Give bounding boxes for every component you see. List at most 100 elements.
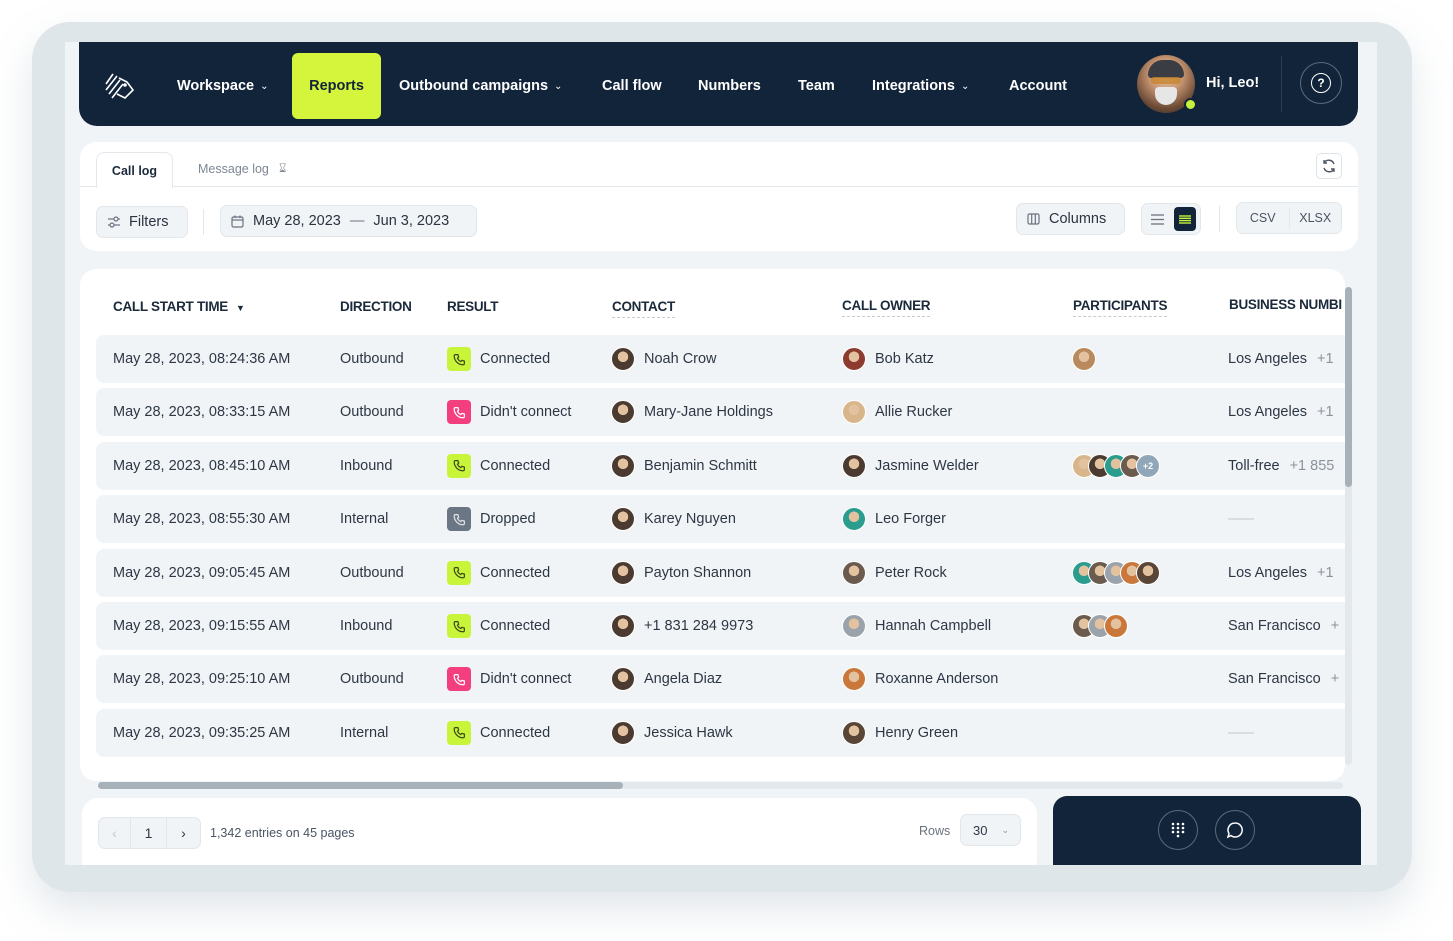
phone-icon bbox=[447, 400, 471, 425]
column-header-business-number[interactable]: BUSINESS NUMBI bbox=[1229, 297, 1342, 312]
nav-integrations[interactable]: Integrations ⌄ bbox=[872, 53, 969, 119]
more-participants-badge[interactable]: +2 bbox=[1136, 453, 1160, 478]
table-row[interactable]: May 28, 2023, 09:35:25 AM Internal Conne… bbox=[96, 708, 1345, 757]
call-owner[interactable]: Bob Katz bbox=[842, 335, 934, 383]
call-owner[interactable]: Henry Green bbox=[842, 709, 958, 757]
contact[interactable]: Jessica Hawk bbox=[611, 709, 733, 757]
contact[interactable]: Karey Nguyen bbox=[611, 495, 736, 543]
participants-avatars[interactable] bbox=[1072, 560, 1160, 585]
owner-avatar bbox=[842, 560, 866, 585]
call-direction: Outbound bbox=[340, 404, 404, 421]
contact-avatar bbox=[611, 667, 635, 692]
date-separator: — bbox=[349, 213, 365, 229]
call-start-time: May 28, 2023, 09:15:55 AM bbox=[113, 618, 291, 634]
nav-team[interactable]: Team bbox=[798, 53, 835, 119]
owner-avatar bbox=[842, 507, 866, 532]
filters-button[interactable]: Filters bbox=[96, 206, 188, 238]
business-number-label: Los Angeles bbox=[1228, 351, 1308, 367]
export-xlsx-button[interactable]: XLSX bbox=[1290, 211, 1342, 225]
business-number: Toll-free +1 855 bbox=[1228, 442, 1334, 490]
call-direction: Inbound bbox=[340, 457, 393, 474]
toolbar-card: Call log Message log ⌛︎ Filters May 28, … bbox=[80, 142, 1358, 251]
nav-numbers[interactable]: Numbers bbox=[698, 53, 761, 119]
compact-view-button[interactable] bbox=[1174, 207, 1196, 231]
column-header-contact[interactable]: CONTACT bbox=[612, 299, 675, 318]
vertical-scrollbar-thumb[interactable] bbox=[1345, 287, 1352, 487]
call-owner[interactable]: Jasmine Welder bbox=[842, 442, 979, 490]
nav-account[interactable]: Account bbox=[1009, 53, 1067, 119]
contact[interactable]: Noah Crow bbox=[611, 335, 717, 383]
column-header-result[interactable]: RESULT bbox=[447, 299, 499, 314]
call-start-time: May 28, 2023, 08:24:36 AM bbox=[113, 351, 291, 367]
participants-avatars[interactable]: +2 bbox=[1072, 453, 1160, 478]
business-number-label: Los Angeles bbox=[1228, 404, 1308, 421]
chevron-down-icon: ⌄ bbox=[260, 80, 269, 92]
app-screen: Workspace ⌄ Reports Outbound campaigns ⌄ C… bbox=[65, 42, 1377, 865]
business-number bbox=[1228, 495, 1254, 543]
refresh-button[interactable] bbox=[1316, 153, 1342, 179]
table-row[interactable]: May 28, 2023, 09:05:45 AM Outbound Conne… bbox=[96, 548, 1345, 597]
call-owner[interactable]: Peter Rock bbox=[842, 549, 947, 597]
call-result: Didn't connect bbox=[447, 388, 571, 436]
next-page-button[interactable]: › bbox=[167, 818, 200, 848]
brand-logo-icon[interactable] bbox=[103, 68, 137, 102]
column-header-participants[interactable]: PARTICIPANTS bbox=[1073, 298, 1167, 317]
contact-avatar bbox=[611, 400, 635, 425]
contact[interactable]: Benjamin Schmitt bbox=[611, 442, 757, 490]
call-owner[interactable]: Roxanne Anderson bbox=[842, 655, 998, 703]
comfortable-view-button[interactable] bbox=[1146, 207, 1168, 231]
help-button[interactable]: ? bbox=[1300, 62, 1342, 104]
contact[interactable]: Payton Shannon bbox=[611, 549, 751, 597]
chat-button[interactable] bbox=[1215, 810, 1255, 850]
horizontal-scrollbar-thumb[interactable] bbox=[98, 782, 623, 789]
call-owner[interactable]: Hannah Campbell bbox=[842, 602, 991, 650]
contact[interactable]: Mary-Jane Holdings bbox=[611, 388, 773, 436]
participants bbox=[1072, 549, 1160, 597]
table-row[interactable]: May 28, 2023, 08:45:10 AM Inbound Connec… bbox=[96, 441, 1345, 490]
tab-call-log[interactable]: Call log bbox=[96, 152, 173, 188]
tab-message-log[interactable]: Message log ⌛︎ bbox=[198, 161, 286, 176]
participants-avatars[interactable] bbox=[1072, 614, 1128, 638]
user-avatar[interactable] bbox=[1137, 55, 1197, 113]
call-start-time: May 28, 2023, 09:35:25 AM bbox=[113, 724, 291, 741]
participant-avatar bbox=[1072, 347, 1096, 371]
business-number-extra: +1 bbox=[1317, 351, 1334, 367]
call-result: Connected bbox=[447, 442, 550, 490]
table-row[interactable]: May 28, 2023, 08:33:15 AM Outbound Didn'… bbox=[96, 388, 1345, 437]
nav-reports[interactable]: Reports bbox=[292, 53, 381, 119]
column-header-call-start-time[interactable]: CALL START TIME ▼ bbox=[113, 299, 245, 314]
business-number: San Francisco + bbox=[1228, 602, 1339, 650]
nav-call-flow[interactable]: Call flow bbox=[602, 53, 662, 119]
user-greeting: Hi, Leo! bbox=[1206, 75, 1260, 91]
export-csv-button[interactable]: CSV bbox=[1237, 211, 1289, 225]
chevron-down-icon: ⌄ bbox=[960, 80, 970, 92]
call-start-time: May 28, 2023, 08:33:15 AM bbox=[113, 404, 291, 421]
rows-per-page-select[interactable]: 30 ⌄ bbox=[960, 814, 1021, 846]
contact[interactable]: +1 831 284 9973 bbox=[611, 602, 753, 650]
top-navigation: Workspace ⌄ Reports Outbound campaigns ⌄ C… bbox=[79, 42, 1358, 126]
list-icon bbox=[1150, 213, 1164, 225]
participants-avatars[interactable] bbox=[1072, 347, 1096, 371]
table-row[interactable]: May 28, 2023, 08:24:36 AM Outbound Conne… bbox=[96, 335, 1345, 383]
call-owner[interactable]: Allie Rucker bbox=[842, 388, 952, 436]
chevron-down-icon: ⌄ bbox=[554, 80, 563, 92]
chat-icon bbox=[1226, 822, 1243, 839]
call-owner[interactable]: Leo Forger bbox=[842, 495, 946, 543]
column-header-direction[interactable]: DIRECTION bbox=[340, 299, 412, 314]
nav-workspace[interactable]: Workspace ⌄ bbox=[177, 53, 269, 119]
columns-button[interactable]: Columns bbox=[1016, 203, 1125, 235]
current-page[interactable]: 1 bbox=[131, 818, 167, 848]
column-header-call-owner[interactable]: CALL OWNER bbox=[842, 298, 931, 317]
table-row[interactable]: May 28, 2023, 08:55:30 AM Internal Dropp… bbox=[96, 495, 1345, 544]
call-start-time: May 28, 2023, 09:25:10 AM bbox=[113, 671, 291, 688]
previous-page-button[interactable]: ‹ bbox=[99, 818, 131, 848]
contact-avatar bbox=[611, 347, 635, 371]
dialpad-button[interactable] bbox=[1158, 810, 1198, 850]
contact-avatar bbox=[611, 560, 635, 585]
table-row[interactable]: May 28, 2023, 09:25:10 AM Outbound Didn'… bbox=[96, 655, 1345, 704]
contact[interactable]: Angela Diaz bbox=[611, 655, 722, 703]
phone-icon bbox=[447, 453, 471, 478]
nav-outbound-campaigns[interactable]: Outbound campaigns ⌄ bbox=[399, 53, 562, 119]
date-range-picker[interactable]: May 28, 2023 — Jun 3, 2023 bbox=[220, 205, 477, 237]
table-row[interactable]: May 28, 2023, 09:15:55 AM Inbound Connec… bbox=[96, 602, 1345, 650]
